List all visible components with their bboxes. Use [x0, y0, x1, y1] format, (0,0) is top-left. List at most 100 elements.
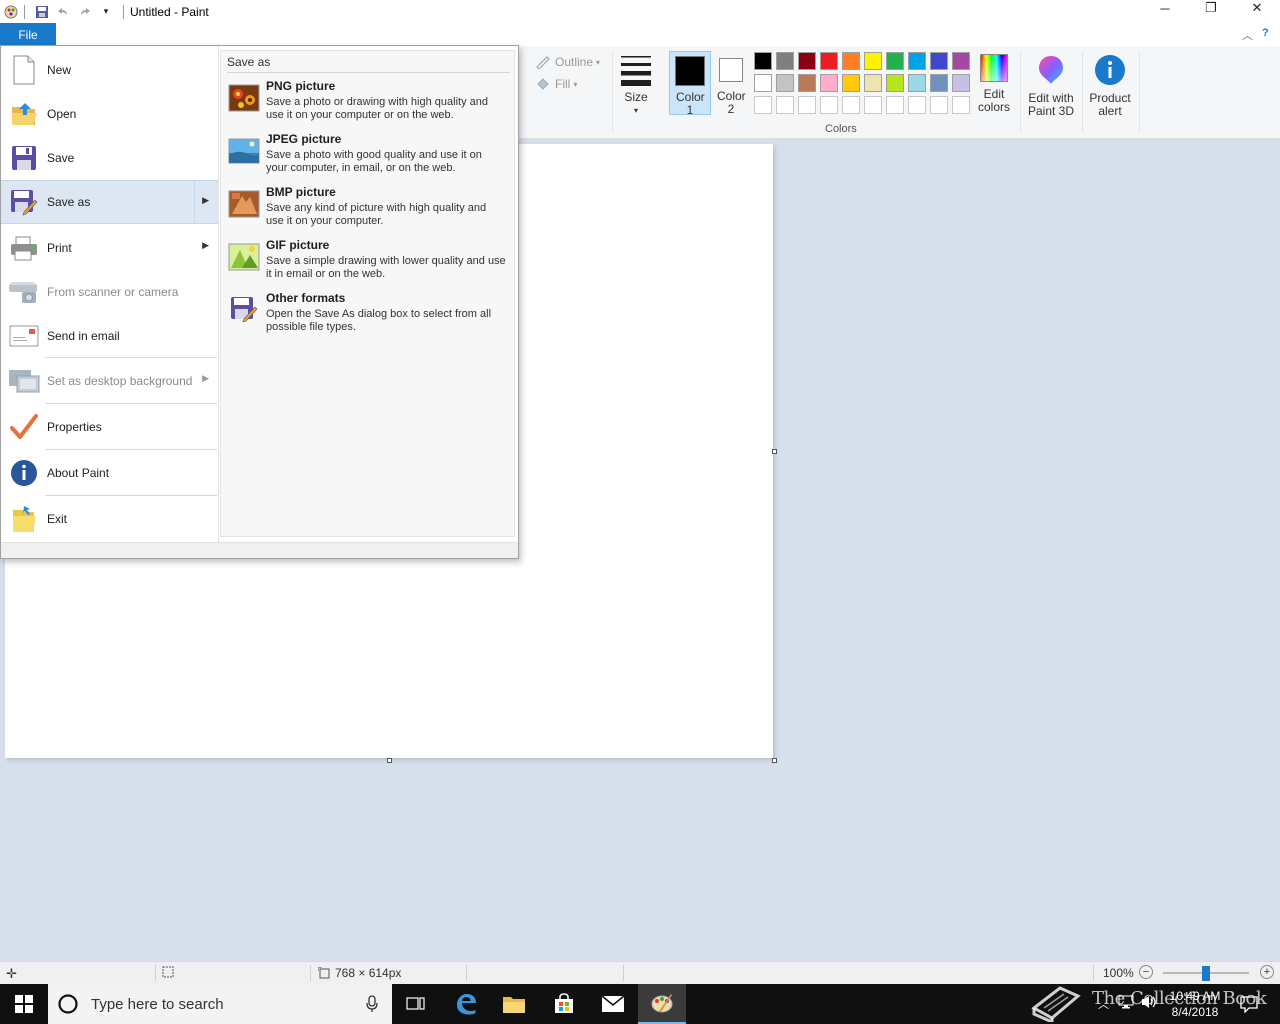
menu-item-exit[interactable]: Exit — [1, 497, 219, 541]
size-button[interactable]: Size ▾ — [618, 52, 654, 117]
size-label: Size — [624, 90, 648, 104]
restore-button[interactable]: ❐ — [1188, 0, 1234, 16]
palette-swatch-row2-6[interactable] — [864, 74, 882, 92]
resize-handle-right[interactable] — [772, 449, 777, 454]
window-title: Untitled - Paint — [130, 4, 209, 19]
palette-swatch-row3-8[interactable] — [908, 96, 926, 114]
taskbar-clock[interactable]: 10:49 AM 8/4/2018 — [1162, 988, 1228, 1020]
fill-label: Fill — [555, 76, 571, 91]
zoom-in-button[interactable]: + — [1260, 965, 1274, 979]
menu-item-save-as[interactable]: Save as ▶ — [1, 180, 219, 224]
taskbar-mail[interactable] — [589, 984, 637, 1024]
taskbar-file-explorer[interactable] — [490, 984, 538, 1024]
zoom-slider-thumb[interactable] — [1202, 966, 1210, 981]
edit-colors-button[interactable]: Edit colors — [975, 54, 1013, 114]
resize-handle-bottom[interactable] — [387, 758, 392, 763]
palette-swatch-row3-10[interactable] — [952, 96, 970, 114]
palette-swatch-row2-2[interactable] — [776, 74, 794, 92]
palette-swatch-row2-7[interactable] — [886, 74, 904, 92]
help-icon[interactable]: ? — [1262, 27, 1269, 39]
menu-item-properties[interactable]: Properties — [1, 405, 219, 449]
palette-swatch-row1-7[interactable] — [886, 52, 904, 70]
palette-swatch-row1-5[interactable] — [842, 52, 860, 70]
start-button[interactable] — [0, 984, 48, 1024]
product-alert-button[interactable]: Product alert — [1086, 54, 1134, 118]
edit-with-paint3d-button[interactable]: Edit with Paint 3D — [1024, 54, 1078, 118]
minimize-button[interactable]: ─ — [1142, 0, 1188, 16]
resize-handle-corner[interactable] — [772, 758, 777, 763]
taskbar-search-box[interactable]: Type here to search — [48, 984, 392, 1024]
qat-divider — [24, 4, 25, 19]
palette-swatch-row2-1[interactable] — [754, 74, 772, 92]
redo-icon[interactable] — [77, 3, 95, 21]
palette-swatch-row1-2[interactable] — [776, 52, 794, 70]
palette-swatch-row1-9[interactable] — [930, 52, 948, 70]
paint3d-label: Edit with Paint 3D — [1027, 91, 1075, 118]
save-as-png[interactable]: PNG picture Save a photo or drawing with… — [225, 79, 512, 131]
zoom-out-button[interactable]: − — [1139, 965, 1153, 979]
palette-swatch-row3-1[interactable] — [754, 96, 772, 114]
color2-button[interactable]: Color 2 — [713, 51, 749, 116]
palette-swatch-row2-10[interactable] — [952, 74, 970, 92]
action-center-icon[interactable] — [1240, 995, 1258, 1016]
save-as-gif[interactable]: GIF picture Save a simple drawing with l… — [225, 238, 512, 290]
save-as-jpeg-title: JPEG picture — [266, 132, 342, 146]
save-as-jpeg[interactable]: JPEG picture Save a photo with good qual… — [225, 132, 512, 184]
save-as-bmp[interactable]: BMP picture Save any kind of picture wit… — [225, 185, 512, 237]
palette-swatch-row1-4[interactable] — [820, 52, 838, 70]
color1-label: Color 1 — [676, 90, 705, 117]
palette-swatch-row3-3[interactable] — [798, 96, 816, 114]
palette-swatch-row3-7[interactable] — [886, 96, 904, 114]
show-hidden-icons[interactable]: ︿ — [1098, 996, 1109, 1012]
task-view-button[interactable] — [392, 984, 440, 1024]
status-divider — [623, 965, 624, 981]
palette-swatch-row3-9[interactable] — [930, 96, 948, 114]
palette-swatch-row3-4[interactable] — [820, 96, 838, 114]
network-icon[interactable] — [1118, 994, 1134, 1013]
outline-button[interactable]: Outline ▾ — [535, 55, 600, 69]
save-as-other-formats[interactable]: Other formats Open the Save As dialog bo… — [225, 291, 512, 343]
palette-swatch-row2-5[interactable] — [842, 74, 860, 92]
menu-item-about-paint[interactable]: About Paint — [1, 451, 219, 495]
submenu-arrow-icon[interactable]: ▶ — [202, 240, 209, 251]
edge-browser-icon — [457, 994, 476, 1015]
fill-button[interactable]: Fill ▾ — [535, 77, 577, 91]
taskbar-store[interactable] — [540, 984, 588, 1024]
windows-logo-icon — [15, 995, 33, 1013]
palette-swatch-row1-6[interactable] — [864, 52, 882, 70]
palette-swatch-row1-1[interactable] — [754, 52, 772, 70]
submenu-arrow-icon[interactable]: ▶ — [202, 195, 209, 206]
palette-swatch-row1-10[interactable] — [952, 52, 970, 70]
palette-swatch-row2-3[interactable] — [798, 74, 816, 92]
save-as-other-formats-title: Other formats — [266, 291, 346, 305]
palette-swatch-row3-5[interactable] — [842, 96, 860, 114]
palette-swatch-row3-2[interactable] — [776, 96, 794, 114]
palette-swatch-row2-9[interactable] — [930, 74, 948, 92]
undo-icon[interactable] — [53, 3, 71, 21]
file-tab[interactable]: File — [0, 23, 56, 46]
menu-item-send-email[interactable]: Send in email — [1, 314, 219, 358]
color1-button[interactable]: Color 1 — [669, 51, 711, 117]
taskbar-edge[interactable] — [442, 984, 490, 1024]
close-button[interactable]: ✕ — [1234, 0, 1280, 16]
menu-label-properties: Properties — [47, 420, 102, 434]
file-menu: New Open Save Save as ▶ Print ▶ From sca… — [0, 45, 519, 559]
microphone-icon[interactable] — [366, 995, 378, 1013]
paint-app-icon[interactable] — [2, 3, 20, 21]
customize-qat-icon[interactable]: ▾ — [97, 3, 115, 21]
palette-swatch-row3-6[interactable] — [864, 96, 882, 114]
info-icon — [7, 457, 41, 489]
taskbar-paint[interactable] — [638, 984, 686, 1024]
palette-swatch-row1-3[interactable] — [798, 52, 816, 70]
status-divider — [310, 965, 311, 981]
menu-item-open[interactable]: Open — [1, 92, 219, 136]
menu-item-new[interactable]: New — [1, 48, 219, 92]
collapse-ribbon-icon[interactable]: ︿ — [1242, 27, 1253, 43]
menu-item-save[interactable]: Save — [1, 136, 219, 180]
palette-swatch-row2-4[interactable] — [820, 74, 838, 92]
save-icon[interactable] — [33, 3, 51, 21]
volume-icon[interactable] — [1140, 994, 1158, 1013]
palette-swatch-row1-8[interactable] — [908, 52, 926, 70]
menu-item-print[interactable]: Print ▶ — [1, 226, 219, 270]
palette-swatch-row2-8[interactable] — [908, 74, 926, 92]
